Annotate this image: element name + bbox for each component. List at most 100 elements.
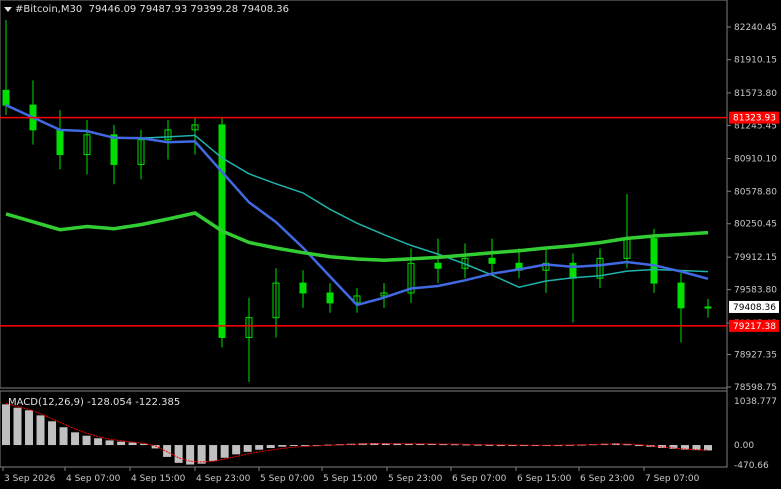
candle — [650, 228, 658, 293]
macd-histogram-bar — [232, 445, 241, 455]
candle-body — [2, 89, 10, 106]
price-tick-label: 81910.15 — [734, 56, 777, 66]
resistance-tag-label: 81323.93 — [733, 114, 776, 124]
candle — [704, 298, 712, 318]
candle-body — [299, 282, 307, 294]
macd-histogram-bar — [634, 445, 643, 447]
macd-histogram-bar — [174, 445, 183, 463]
price-tick-label: 78598.75 — [734, 383, 777, 393]
candle — [461, 243, 469, 279]
candle-body — [56, 129, 64, 156]
candle — [380, 283, 388, 308]
time-tick-label: 7 Sep 07:00 — [645, 474, 700, 484]
price-tick-label: 80578.80 — [734, 187, 777, 197]
candle — [110, 124, 118, 185]
candle — [623, 194, 631, 269]
candle-body — [650, 238, 658, 284]
macd-histogram-bar — [358, 443, 367, 446]
price-tick-label: 81573.80 — [734, 89, 777, 99]
macd-histogram-bar — [71, 432, 80, 446]
time-tick-label: 4 Sep 07:00 — [66, 474, 121, 484]
price-tick-label: 82240.45 — [734, 23, 777, 33]
time-tick-label: 6 Sep 23:00 — [580, 474, 635, 484]
symbol: #Bitcoin — [15, 4, 58, 15]
macd-histogram-bar — [209, 445, 218, 462]
price-tick-label: 79912.15 — [734, 253, 777, 263]
candle — [569, 253, 577, 323]
macd-histogram-bar — [117, 441, 126, 446]
current-price-tag-label: 79408.36 — [733, 303, 776, 313]
candle — [164, 119, 172, 160]
support-tag-label: 79217.38 — [733, 322, 776, 332]
candle — [488, 238, 496, 274]
macd-histogram-bar — [94, 438, 103, 446]
candle — [299, 270, 307, 308]
macd-histogram-bar — [82, 435, 91, 446]
macd-layer — [2, 403, 712, 465]
candle — [353, 288, 361, 313]
candle — [542, 248, 550, 293]
time-tick-label: 3 Sep 2026 — [4, 474, 56, 484]
macd-histogram-bar — [220, 445, 229, 458]
macd-histogram-bar — [496, 445, 505, 447]
candle-body — [488, 257, 496, 264]
candle-body — [704, 306, 712, 309]
time-tick-label: 4 Sep 23:00 — [196, 474, 251, 484]
candle — [83, 119, 91, 175]
macd-histogram-bar — [197, 445, 206, 464]
macd-histogram-bar — [13, 407, 22, 446]
candle — [407, 248, 415, 303]
macd-histogram-bar — [186, 445, 195, 465]
time-tick-label: 5 Sep 15:00 — [323, 474, 378, 484]
candle-body — [434, 262, 442, 269]
candle-body — [326, 292, 334, 304]
macd-histogram-bar — [243, 445, 252, 452]
macd-axis-label: 0.00 — [734, 441, 754, 451]
macd-histogram-bar — [266, 445, 275, 449]
macd-axis-label: -470.66 — [734, 461, 769, 471]
time-tick-label: 6 Sep 15:00 — [517, 474, 572, 484]
levels-layer — [0, 116, 727, 327]
macd-histogram-bar — [278, 445, 287, 447]
candle — [245, 297, 253, 382]
candle — [434, 238, 442, 284]
ohlc-values: 79446.09 79487.93 79399.28 79408.36 — [88, 4, 289, 15]
chart-header: #Bitcoin,M30 79446.09 79487.93 79399.28 … — [4, 4, 289, 15]
macd-histogram-bar — [163, 445, 172, 457]
price-axis-labels: 82240.4581910.1581573.8081245.4580910.10… — [727, 23, 779, 471]
candles-layer — [2, 20, 712, 382]
candle — [2, 20, 10, 116]
time-tick-label: 5 Sep 23:00 — [388, 474, 443, 484]
price-tick-label: 79583.80 — [734, 286, 777, 296]
time-tick-label: 6 Sep 07:00 — [452, 474, 507, 484]
macd-histogram-bar — [289, 445, 298, 447]
macd-histogram-bar — [48, 421, 57, 446]
macd-axis-label: 1038.777 — [734, 397, 777, 407]
macd-signal-line — [5, 403, 709, 463]
time-tick-label: 4 Sep 15:00 — [131, 474, 186, 484]
candle — [29, 80, 37, 145]
candle — [56, 110, 64, 170]
timeframe: M30 — [60, 4, 83, 15]
price-tick-label: 80250.45 — [734, 220, 777, 230]
chevron-down-icon[interactable] — [4, 7, 12, 12]
macd-histogram-bar — [427, 443, 436, 446]
macd-histogram-bar — [2, 404, 10, 446]
main-pane-frame — [0, 0, 728, 389]
macd-histogram-bar — [255, 445, 264, 450]
price-tick-label: 78927.35 — [734, 351, 777, 361]
candle — [677, 273, 685, 343]
candle-body — [677, 282, 685, 309]
chart-canvas[interactable]: 82240.4581910.1581573.8081245.4580910.10… — [0, 0, 781, 489]
macd-histogram-bar — [59, 427, 68, 446]
macd-histogram-bar — [25, 410, 34, 446]
macd-histogram-bar — [105, 440, 114, 446]
candle — [515, 248, 523, 279]
candle-body — [110, 134, 118, 165]
macd-label: MACD(12,26,9) -128.054 -122.385 — [8, 397, 181, 408]
candle — [326, 283, 334, 313]
price-tick-label: 80910.10 — [734, 155, 777, 165]
time-axis-labels: 3 Sep 2026 4 Sep 07:00 4 Sep 15:00 4 Sep 23… — [2, 467, 700, 484]
macd-histogram-bar — [565, 444, 574, 446]
time-tick-label: 5 Sep 07:00 — [260, 474, 315, 484]
